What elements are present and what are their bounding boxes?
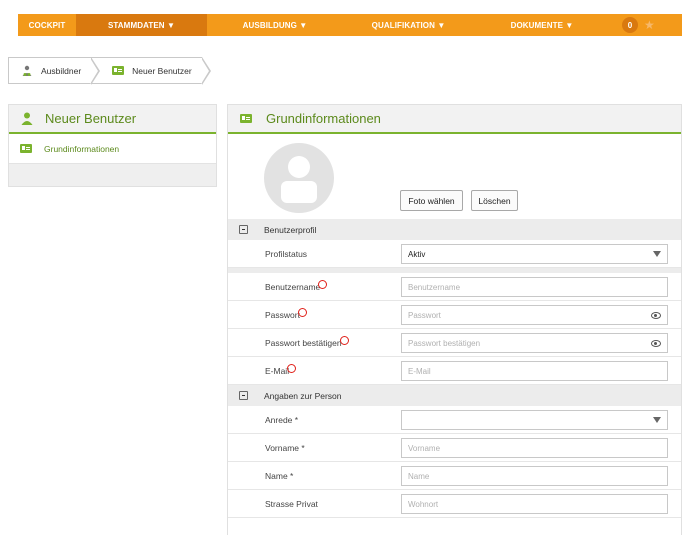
- user-icon: [21, 112, 33, 125]
- form-row-strasse-privat: Strasse Privat Wohnort: [228, 490, 681, 518]
- notification-badge[interactable]: 0: [622, 17, 638, 33]
- id-card-icon: [20, 144, 32, 153]
- input-placeholder: Passwort: [408, 310, 441, 320]
- breadcrumb-separator: [90, 57, 101, 85]
- field-label: Anrede *: [265, 415, 299, 425]
- nav-ausbildung[interactable]: AUSBILDUNG ▼: [207, 14, 343, 36]
- label-text: Benutzername: [265, 282, 321, 292]
- id-card-icon: [112, 66, 125, 75]
- input-placeholder: Passwort bestätigen: [408, 338, 481, 348]
- salutation-select[interactable]: [401, 410, 668, 430]
- top-navigation: COCKPIT STAMMDATEN ▼ AUSBILDUNG ▼ QUALIF…: [18, 14, 682, 36]
- avatar-body: [281, 181, 317, 203]
- star-icon[interactable]: ★: [644, 18, 655, 32]
- left-panel: Neuer Benutzer Grundinformationen: [8, 104, 217, 187]
- nav-cockpit[interactable]: COCKPIT: [18, 14, 76, 36]
- main-panel-header: Grundinformationen: [228, 105, 681, 134]
- chevron-down-icon: [653, 251, 661, 257]
- delete-photo-button[interactable]: Löschen: [471, 190, 518, 211]
- field-label: E-Mail: [265, 364, 297, 376]
- users-icon: [22, 65, 32, 76]
- required-marker-icon: [287, 364, 297, 374]
- breadcrumb-item-neuer-benutzer[interactable]: Neuer Benutzer: [91, 57, 211, 85]
- chevron-down-icon: [653, 417, 661, 423]
- form-row-vorname: Vorname * Vorname: [228, 434, 681, 462]
- avatar: [264, 143, 334, 213]
- field-label: Strasse Privat: [265, 499, 318, 509]
- section-angaben-zur-person[interactable]: Angaben zur Person: [228, 385, 681, 406]
- section-title: Angaben zur Person: [264, 390, 342, 401]
- required-marker-icon: [339, 336, 349, 346]
- label-text: E-Mail: [265, 366, 290, 376]
- firstname-input[interactable]: Vorname: [401, 438, 668, 458]
- left-panel-title: Neuer Benutzer: [45, 111, 137, 126]
- left-panel-header: Neuer Benutzer: [9, 105, 216, 134]
- left-item-label: Grundinformationen: [44, 143, 120, 154]
- form-row-benutzername: Benutzername Benutzername: [228, 273, 681, 301]
- form-row-profilstatus: Profilstatus Aktiv: [228, 240, 681, 268]
- left-item-grundinformationen[interactable]: Grundinformationen: [9, 134, 216, 164]
- section-benutzerprofil[interactable]: Benutzerprofil: [228, 219, 681, 240]
- profile-status-select[interactable]: Aktiv: [401, 244, 668, 264]
- nav-dokumente[interactable]: DOKUMENTE ▼: [474, 14, 610, 36]
- password-input[interactable]: Passwort: [401, 305, 668, 325]
- label-text: Passwort: [265, 310, 300, 320]
- avatar-head: [288, 156, 310, 178]
- breadcrumb-item-ausbildner[interactable]: Ausbildner: [8, 57, 101, 85]
- username-input[interactable]: Benutzername: [401, 277, 668, 297]
- breadcrumb: Ausbildner Neuer Benutzer: [8, 57, 211, 85]
- choose-photo-button[interactable]: Foto wählen: [400, 190, 463, 211]
- select-value: Aktiv: [408, 249, 426, 259]
- eye-icon[interactable]: [651, 340, 661, 347]
- breadcrumb-label: Neuer Benutzer: [132, 65, 192, 76]
- form-row-email: E-Mail E-Mail: [228, 357, 681, 385]
- main-panel-title: Grundinformationen: [266, 111, 381, 126]
- id-card-icon: [240, 114, 252, 123]
- field-label: Vorname *: [265, 443, 305, 453]
- collapse-icon[interactable]: [239, 225, 248, 234]
- eye-icon[interactable]: [651, 312, 661, 319]
- nav-qualifikation[interactable]: QUALIFIKATION ▼: [343, 14, 474, 36]
- lastname-input[interactable]: Name: [401, 466, 668, 486]
- field-label: Benutzername: [265, 280, 328, 292]
- collapse-icon[interactable]: [239, 391, 248, 400]
- field-label: Passwort bestätigen: [265, 336, 349, 348]
- label-text: Passwort bestätigen: [265, 338, 342, 348]
- form-row-name: Name * Name: [228, 462, 681, 490]
- field-label: Name *: [265, 471, 294, 481]
- required-marker-icon: [318, 280, 328, 290]
- breadcrumb-label: Ausbildner: [41, 65, 82, 76]
- main-panel: Grundinformationen Foto wählen Löschen B…: [227, 104, 682, 535]
- password-confirm-input[interactable]: Passwort bestätigen: [401, 333, 668, 353]
- required-marker-icon: [297, 308, 307, 318]
- form-row-anrede: Anrede *: [228, 406, 681, 434]
- form-row-passwort-bestaetigen: Passwort bestätigen Passwort bestätigen: [228, 329, 681, 357]
- field-label: Profilstatus: [265, 249, 308, 259]
- section-title: Benutzerprofil: [264, 224, 317, 235]
- street-input[interactable]: Wohnort: [401, 494, 668, 514]
- form-row-passwort: Passwort Passwort: [228, 301, 681, 329]
- nav-stammdaten[interactable]: STAMMDATEN ▼: [76, 14, 207, 36]
- photo-area: Foto wählen Löschen: [228, 134, 681, 219]
- email-input[interactable]: E-Mail: [401, 361, 668, 381]
- field-label: Passwort: [265, 308, 307, 320]
- breadcrumb-separator: [200, 57, 211, 85]
